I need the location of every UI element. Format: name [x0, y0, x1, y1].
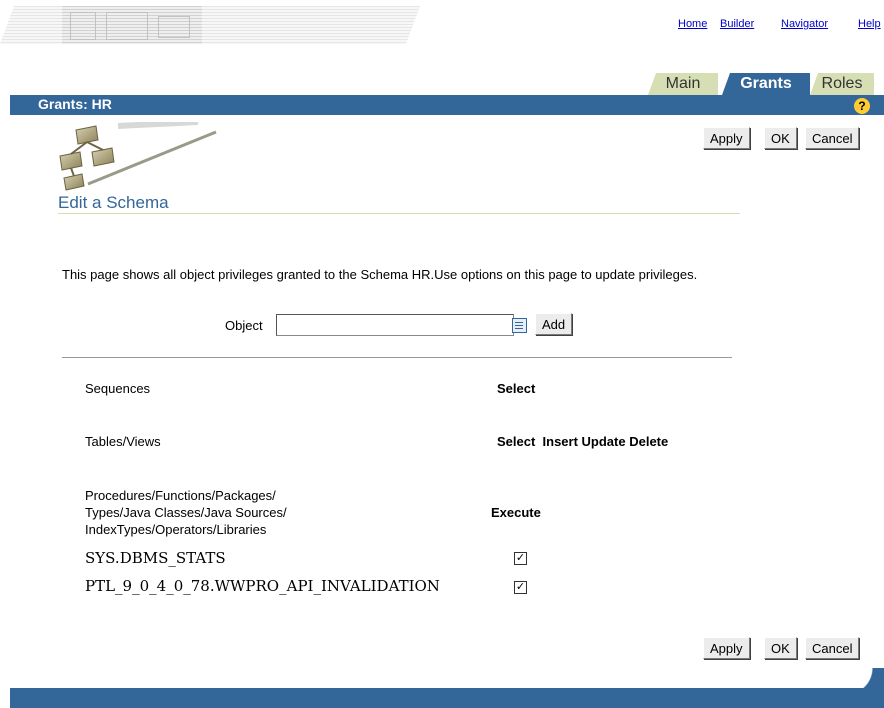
execute-checkbox-dbms-stats[interactable]: ✓ [514, 552, 527, 565]
navigator-link[interactable]: Navigator [781, 18, 828, 30]
section-divider [58, 213, 740, 214]
question-mark-icon[interactable]: ? [854, 98, 870, 114]
privilege-row-label-procedures-1: Procedures/Functions/Packages/ [85, 488, 276, 503]
object-input[interactable] [276, 314, 514, 336]
ok-button-bottom[interactable]: OK [764, 637, 797, 659]
privilege-header-sequences: Select [497, 381, 536, 396]
product-logo [62, 6, 202, 44]
home-link[interactable]: Home [678, 18, 707, 30]
title-bar-curve [10, 115, 50, 135]
tab-roles[interactable]: Roles [810, 73, 874, 95]
tab-main[interactable]: Main [648, 73, 718, 95]
builder-link[interactable]: Builder [720, 18, 754, 30]
list-of-values-icon[interactable] [512, 318, 527, 333]
help-link[interactable]: Help [858, 18, 881, 30]
add-button[interactable]: Add [535, 313, 573, 335]
privilege-header-tables: Select Insert Update Delete [497, 434, 669, 449]
bottom-bar-curve [846, 668, 884, 688]
execute-object-name: PTL_9_0_4_0_78.WWPRO_API_INVALIDATION [85, 577, 440, 595]
ok-button-top[interactable]: OK [764, 127, 797, 149]
privilege-header-execute: Execute [491, 505, 541, 520]
page-title: Grants: HR [38, 96, 112, 112]
section-title: Edit a Schema [58, 193, 169, 212]
cancel-button-top[interactable]: Cancel [805, 127, 860, 149]
apply-button-bottom[interactable]: Apply [703, 637, 750, 659]
title-bar [10, 95, 884, 115]
privilege-row-label-procedures-2: Types/Java Classes/Java Sources/ [85, 505, 287, 520]
schema-icon [59, 122, 217, 191]
privilege-row-label-tables: Tables/Views [85, 434, 161, 449]
apply-button-top[interactable]: Apply [703, 127, 750, 149]
privilege-row-label-sequences: Sequences [85, 381, 151, 396]
object-label: Object [225, 318, 263, 333]
privilege-row-label-procedures-3: IndexTypes/Operators/Libraries [85, 522, 267, 537]
execute-object-name: SYS.DBMS_STATS [85, 549, 226, 567]
execute-checkbox-wwpro-api[interactable]: ✓ [514, 581, 527, 594]
bottom-bar [10, 688, 884, 708]
page-description: This page shows all object privileges gr… [62, 267, 698, 282]
divider [62, 357, 732, 358]
cancel-button-bottom[interactable]: Cancel [805, 637, 860, 659]
tab-grants[interactable]: Grants [722, 73, 810, 95]
